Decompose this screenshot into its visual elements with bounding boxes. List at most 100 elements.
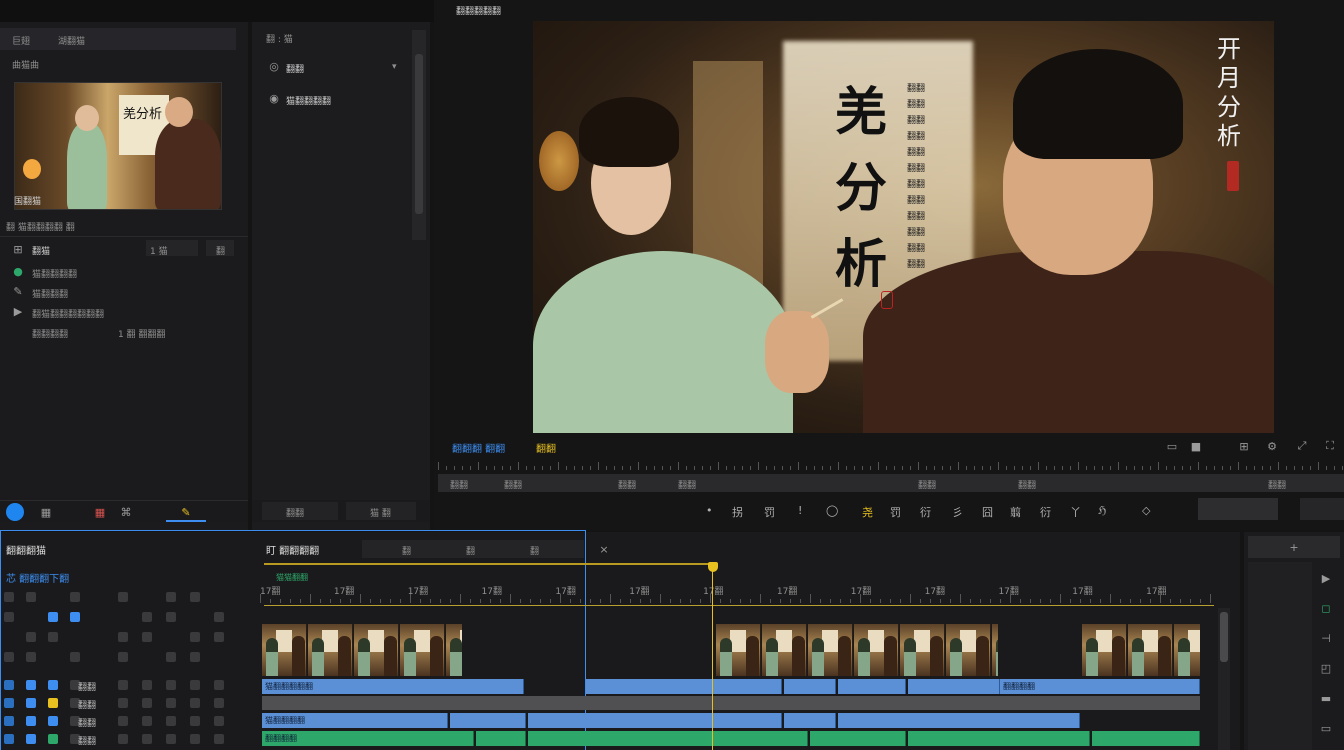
track-control[interactable] (190, 592, 200, 602)
track-control[interactable] (48, 716, 58, 726)
track-control[interactable] (214, 632, 224, 642)
track-control[interactable] (190, 652, 200, 662)
preview-frame[interactable]: 羌分析 翻翻翻翻 翻翻翻翻 翻翻翻翻 翻翻翻翻 翻翻翻翻 翻翻翻翻 开月分析 (533, 21, 1274, 433)
track-control[interactable] (142, 716, 152, 726)
track-control[interactable] (142, 632, 152, 642)
clip-blue-4[interactable] (838, 679, 906, 694)
fit-icon[interactable]: ⤢ (1296, 439, 1308, 452)
track-control[interactable] (26, 632, 36, 642)
tool-2[interactable]: 罚 (764, 504, 775, 520)
track-control[interactable] (166, 734, 176, 744)
red-icon[interactable]: ▦ (94, 506, 106, 519)
tool-11[interactable]: 衍 (1040, 504, 1051, 520)
bar-tool-icon[interactable]: ▬ (1320, 692, 1332, 705)
tool-7[interactable]: 衍 (920, 504, 931, 520)
track-control[interactable] (4, 652, 14, 662)
track-control[interactable] (118, 592, 128, 602)
track-control[interactable] (190, 632, 200, 642)
track-control[interactable] (166, 592, 176, 602)
track-control[interactable] (214, 680, 224, 690)
track-control[interactable] (166, 652, 176, 662)
track-control[interactable] (26, 716, 36, 726)
tool-13[interactable]: ℌ (1098, 504, 1106, 517)
fullscreen-icon[interactable]: ⛶ (1324, 439, 1336, 452)
track-control[interactable] (48, 734, 58, 744)
video-clip-3[interactable] (1082, 624, 1200, 676)
clip-blue-5[interactable] (908, 679, 1000, 694)
transport-button[interactable] (1300, 498, 1344, 520)
track-control[interactable] (214, 612, 224, 622)
clip-green-2[interactable] (476, 731, 526, 746)
track-control[interactable] (118, 632, 128, 642)
crop-tool-icon[interactable]: ◻ (1320, 602, 1332, 615)
track-control[interactable] (166, 698, 176, 708)
tool-6[interactable]: 罚 (890, 504, 901, 520)
clip-blue-8[interactable] (450, 713, 526, 728)
tool-8[interactable]: 彡 (952, 504, 963, 520)
media-tab-1[interactable]: 巨翅 (12, 34, 30, 47)
tool-9[interactable]: 囧 (982, 504, 993, 520)
track-control[interactable] (190, 716, 200, 726)
timeline-scrollbar[interactable] (1218, 608, 1230, 750)
clip-green-4[interactable] (810, 731, 906, 746)
clip-blue-7[interactable]: 猫翻翻翻翻 (262, 713, 448, 728)
track-control[interactable] (26, 652, 36, 662)
playhead-handle[interactable] (708, 562, 718, 572)
tool-5[interactable]: 尧 (862, 504, 873, 520)
track-control[interactable] (26, 592, 36, 602)
layout-tool-icon[interactable]: ◰ (1320, 662, 1332, 675)
track-control[interactable] (214, 698, 224, 708)
track-control[interactable] (4, 592, 14, 602)
clip-blue-10[interactable] (784, 713, 836, 728)
media-thumbnail[interactable]: 羌分析 (14, 82, 222, 210)
track-control[interactable] (48, 612, 58, 622)
tool-1[interactable]: 拐 (732, 504, 743, 520)
preview-scrubber[interactable]: 翻翻 翻翻 翻翻 翻翻 翻翻 翻翻 翻翻 (438, 474, 1344, 492)
play-icon[interactable]: ▶ (12, 305, 24, 318)
tool-14[interactable]: ◇ (1142, 504, 1150, 517)
effects-scrollbar[interactable] (412, 30, 426, 240)
video-clip-2[interactable] (716, 624, 998, 676)
clip-blue-3[interactable] (784, 679, 836, 694)
track-control[interactable] (190, 698, 200, 708)
settings-icon[interactable]: ⚙ (1266, 440, 1278, 453)
grid-icon[interactable]: ⌘ (120, 506, 132, 519)
tool-4[interactable]: ◯ (826, 504, 838, 517)
video-clip-1[interactable] (262, 624, 462, 676)
home-icon[interactable] (6, 503, 24, 521)
track-control[interactable] (190, 734, 200, 744)
track-control[interactable] (118, 698, 128, 708)
track-control[interactable] (118, 652, 128, 662)
track-control[interactable] (48, 698, 58, 708)
rect-tool-icon[interactable]: ▭ (1320, 722, 1332, 735)
clip-green-1[interactable]: 翻翻翻翻 (262, 731, 474, 746)
tool-12[interactable]: 丫 (1070, 504, 1081, 520)
track-control[interactable] (190, 680, 200, 690)
track-control[interactable] (4, 698, 14, 708)
clip-blue-2[interactable] (586, 679, 782, 694)
clip-blue-6[interactable]: 翻翻翻翻 (1000, 679, 1200, 694)
select-tool-icon[interactable]: ▶ (1320, 572, 1332, 585)
clip-blue-1[interactable]: 猫翻翻翻翻翻 (262, 679, 524, 694)
media-tab-2[interactable]: 湖翻猫 (58, 34, 85, 47)
track-control[interactable] (70, 592, 80, 602)
split-tool-icon[interactable]: ⊣ (1320, 632, 1332, 645)
preview-scrubber-ruler[interactable] (438, 460, 1344, 472)
track-control[interactable] (142, 698, 152, 708)
track-control[interactable] (214, 734, 224, 744)
brush-icon[interactable]: ✎ (180, 506, 192, 519)
aspect-icon[interactable]: ⊞ (1238, 440, 1250, 453)
track-control[interactable] (118, 734, 128, 744)
track-control[interactable] (4, 612, 14, 622)
close-icon[interactable]: × (598, 543, 610, 556)
track-control[interactable] (70, 612, 80, 622)
track-control[interactable] (26, 734, 36, 744)
track-control[interactable] (118, 716, 128, 726)
track-control[interactable] (4, 716, 14, 726)
tool-dot[interactable]: • (706, 504, 713, 517)
add-icon[interactable]: + (1288, 541, 1300, 554)
safe-area-icon[interactable]: ▭ (1166, 440, 1178, 453)
track-control[interactable] (26, 698, 36, 708)
playhead-line[interactable] (712, 570, 713, 750)
effects-item-1[interactable]: 猫翻翻翻翻 (286, 94, 331, 107)
